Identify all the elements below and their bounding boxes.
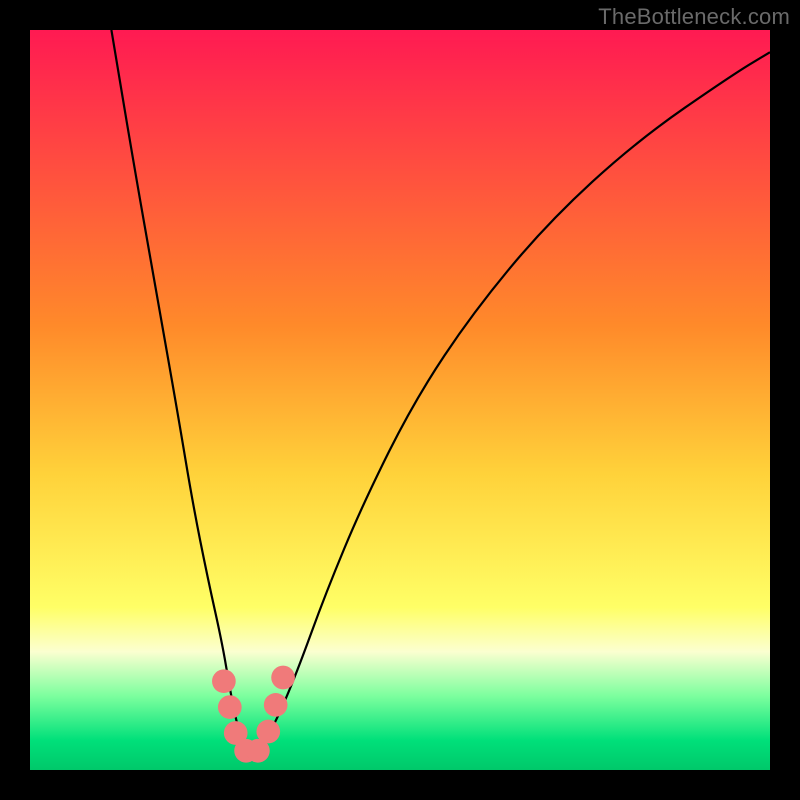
chart-frame [30,30,770,770]
bead-left-2 [218,695,242,719]
chart-background [30,30,770,770]
bead-right-2 [264,693,288,717]
bead-right-3 [271,666,295,690]
bead-right-1 [256,720,280,744]
chart-svg [30,30,770,770]
bead-left-1 [212,669,236,693]
watermark-text: TheBottleneck.com [598,4,790,30]
